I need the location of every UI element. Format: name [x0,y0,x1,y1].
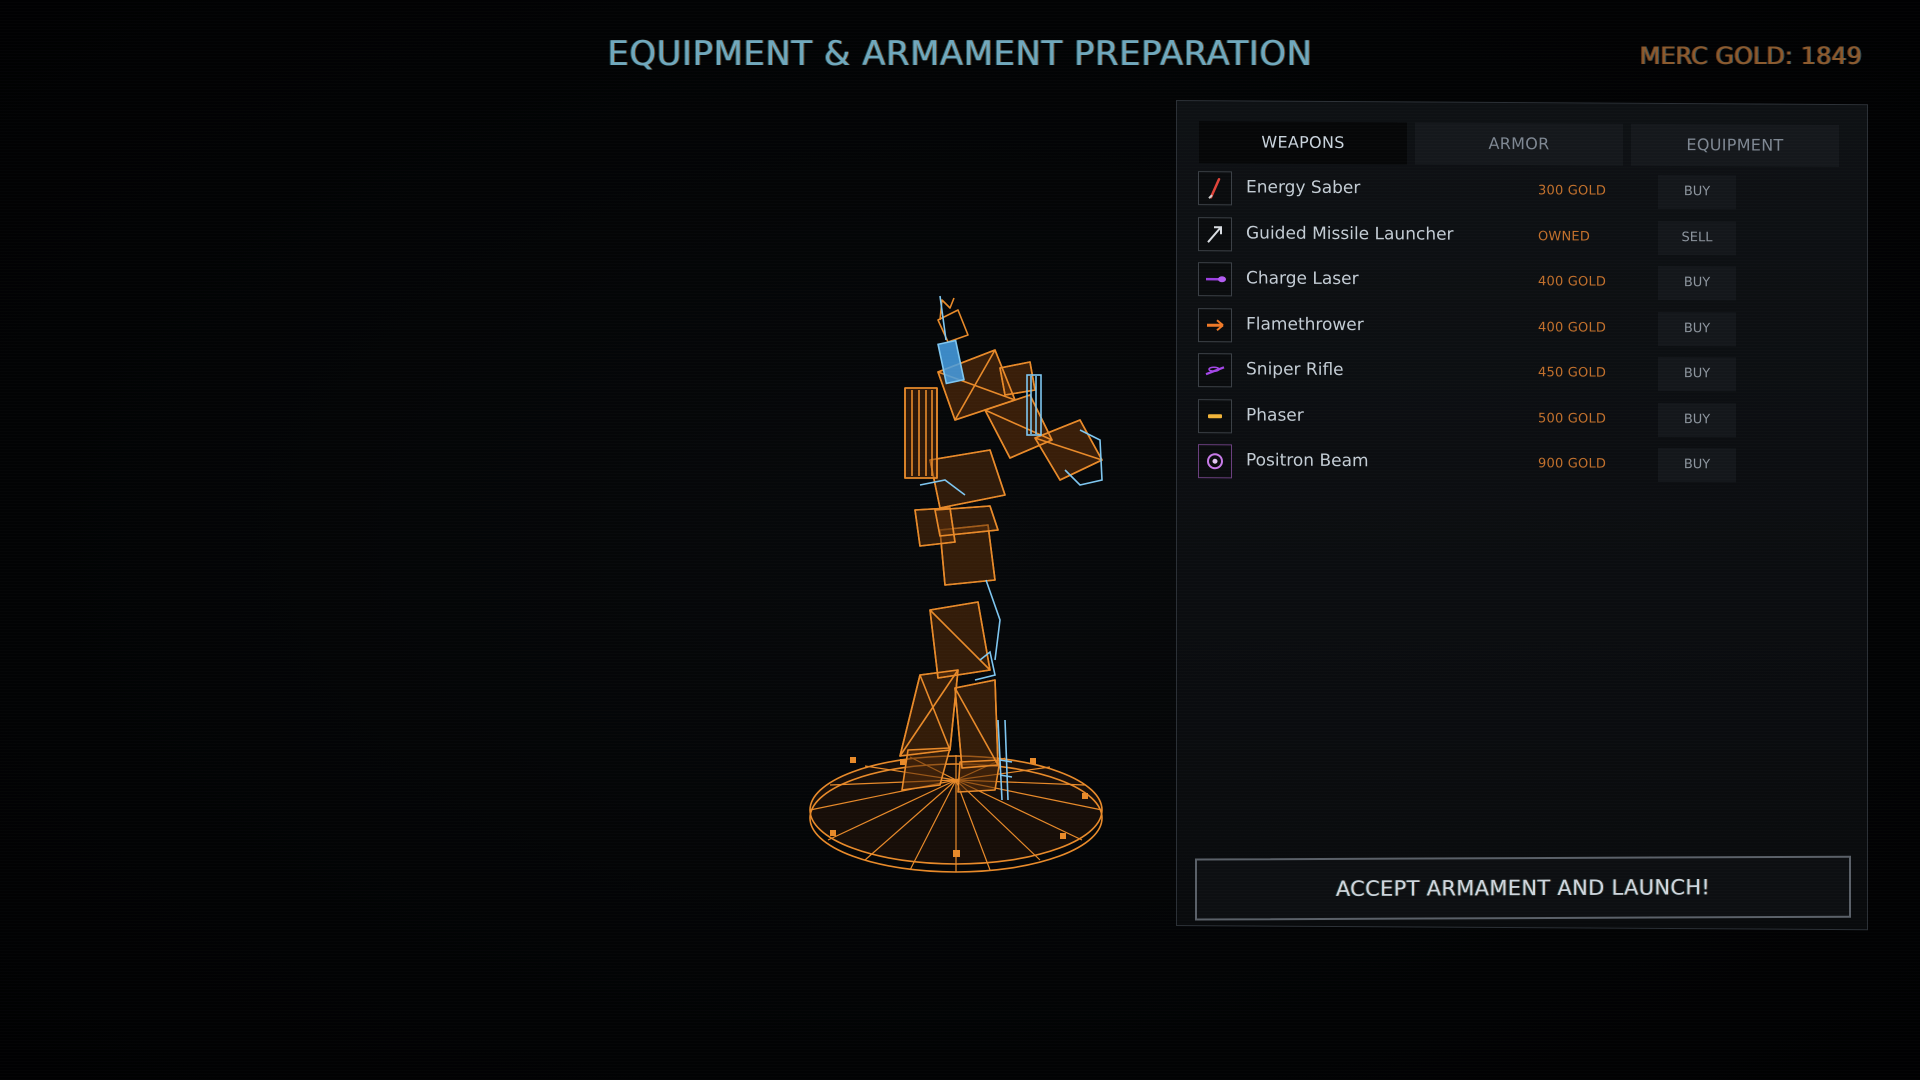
buy-button[interactable]: BUY [1658,174,1736,210]
item-price: 400 GOLD [1538,274,1607,290]
buy-button[interactable]: BUY [1658,356,1736,392]
saber-icon [1198,171,1232,206]
tab-armor[interactable]: ARMOR [1415,122,1623,166]
list-item-flamethrower[interactable]: Flamethrower 400 GOLD BUY [1198,307,1838,350]
tab-weapons[interactable]: WEAPONS [1199,121,1407,165]
weapon-list: Energy Saber 300 GOLD BUY Guided Missile… [1198,171,1838,493]
mech-wireframe [809,295,1103,873]
category-tabs: WEAPONS ARMOR EQUIPMENT [1199,121,1839,168]
tab-equipment[interactable]: EQUIPMENT [1631,123,1839,168]
sell-button[interactable]: SELL [1658,220,1736,255]
shop-panel: WEAPONS ARMOR EQUIPMENT Energy Saber 300… [1176,100,1868,931]
flamethrower-icon [1198,307,1232,342]
game-screen: EQUIPMENT & ARMAMENT PREPARATION MERC GO… [0,0,1920,1080]
buy-button[interactable]: BUY [1658,311,1736,346]
launch-button[interactable]: ACCEPT ARMAMENT AND LAUNCH! [1195,855,1851,921]
item-price: 500 GOLD [1538,410,1607,427]
positron-beam-icon [1198,444,1232,479]
list-item-positron-beam[interactable]: Positron Beam 900 GOLD BUY [1198,444,1838,486]
list-item-guided-missile-launcher[interactable]: Guided Missile Launcher OWNED SELL [1198,216,1838,259]
item-price: 400 GOLD [1538,319,1607,336]
item-name: Guided Missile Launcher [1246,222,1454,245]
buy-button[interactable]: BUY [1658,402,1736,437]
charge-laser-icon [1198,262,1232,297]
item-price: OWNED [1538,228,1591,245]
item-price: 450 GOLD [1538,365,1607,381]
list-item-charge-laser[interactable]: Charge Laser 400 GOLD BUY [1198,262,1838,304]
page-title: EQUIPMENT & ARMAMENT PREPARATION [607,34,1313,74]
mech-preview[interactable] [790,280,1150,890]
item-price: 300 GOLD [1538,183,1607,199]
list-item-energy-saber[interactable]: Energy Saber 300 GOLD BUY [1198,171,1838,213]
item-name: Sniper Rifle [1246,359,1344,381]
item-name: Phaser [1246,404,1304,426]
item-name: Flamethrower [1246,313,1364,335]
sniper-rifle-icon [1198,353,1232,388]
missile-launcher-icon [1198,216,1232,251]
item-name: Energy Saber [1246,177,1361,199]
buy-button[interactable]: BUY [1658,447,1736,483]
list-item-phaser[interactable]: Phaser 500 GOLD BUY [1198,398,1838,441]
gold-label: MERC GOLD: [1639,42,1793,70]
item-name: Charge Laser [1246,268,1359,290]
gold-counter: MERC GOLD: 1849 [1640,42,1862,70]
buy-button[interactable]: BUY [1658,265,1736,301]
list-item-sniper-rifle[interactable]: Sniper Rifle 450 GOLD BUY [1198,353,1838,395]
phaser-icon [1198,398,1232,433]
gold-value: 1849 [1800,42,1862,70]
item-name: Positron Beam [1246,450,1369,472]
item-price: 900 GOLD [1538,456,1607,472]
